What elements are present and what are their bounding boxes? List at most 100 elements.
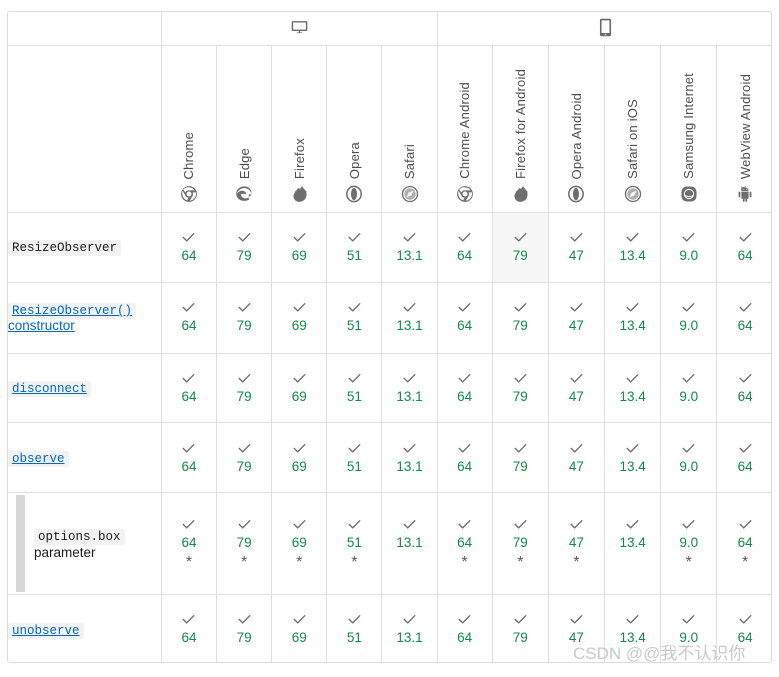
support-cell-options-box-parameter-chrome[interactable]: 64 *	[160, 492, 218, 596]
footnote-asterisk[interactable]: *	[462, 555, 468, 571]
footnote-asterisk[interactable]: *	[296, 555, 302, 571]
browser-header-opera_android[interactable]: Opera Android	[547, 45, 606, 213]
support-cell-resizeobserver-constructor-firefox[interactable]: 69	[271, 281, 328, 354]
support-cell-resizeobserver-firefox[interactable]: 69	[271, 212, 328, 283]
support-cell-disconnect-samsung[interactable]: 9.0	[660, 352, 718, 424]
support-cell-disconnect-webview[interactable]: 64	[716, 352, 771, 424]
support-cell-options-box-parameter-opera[interactable]: 51 *	[326, 492, 383, 596]
check-icon	[182, 443, 195, 454]
support-cell-resizeobserver-constructor-safari[interactable]: 13.1	[381, 281, 438, 354]
support-cell-resizeobserver-safari[interactable]: 13.1	[381, 212, 438, 283]
support-cell-disconnect-opera_android[interactable]: 47	[547, 352, 606, 424]
browser-header-firefox[interactable]: Firefox	[271, 45, 328, 213]
support-cell-observe-firefox[interactable]: 69	[271, 422, 328, 494]
support-cell-disconnect-firefox_android[interactable]: 79	[491, 352, 549, 424]
footnote-asterisk[interactable]: *	[742, 555, 748, 571]
footnote-asterisk[interactable]: *	[686, 555, 692, 571]
feature-link-disconnect[interactable]: disconnect	[8, 380, 92, 398]
support-cell-unobserve-chrome_android[interactable]: 64	[436, 594, 493, 662]
support-cell-unobserve-samsung[interactable]: 9.0	[660, 594, 718, 662]
browser-header-webview[interactable]: WebView Android	[716, 45, 771, 213]
support-cell-disconnect-chrome_android[interactable]: 64	[436, 352, 493, 424]
feature-suffix-link[interactable]: constructor	[8, 318, 75, 333]
footnote-asterisk[interactable]: *	[573, 555, 579, 571]
support-cell-options-box-parameter-safari[interactable]: 13.1	[381, 492, 438, 596]
support-cell-observe-safari[interactable]: 13.1	[381, 422, 438, 494]
support-cell-resizeobserver-edge[interactable]: 79	[216, 212, 273, 283]
support-cell-observe-chrome[interactable]: 64	[160, 422, 218, 494]
browser-header-samsung[interactable]: Samsung Internet	[660, 45, 718, 213]
support-cell-disconnect-safari_ios[interactable]: 13.4	[604, 352, 662, 424]
support-cell-observe-samsung[interactable]: 9.0	[660, 422, 718, 494]
support-cell-options-box-parameter-opera_android[interactable]: 47 *	[547, 492, 606, 596]
support-cell-disconnect-opera[interactable]: 51	[326, 352, 383, 424]
support-cell-disconnect-chrome[interactable]: 64	[160, 352, 218, 424]
footnote-asterisk[interactable]: *	[241, 555, 247, 571]
support-cell-unobserve-webview[interactable]: 64	[716, 594, 771, 662]
support-cell-resizeobserver-webview[interactable]: 64	[716, 212, 771, 283]
support-cell-observe-chrome_android[interactable]: 64	[436, 422, 493, 494]
support-cell-unobserve-opera[interactable]: 51	[326, 594, 383, 662]
footnote-asterisk[interactable]: *	[186, 555, 192, 571]
support-cell-resizeobserver-chrome_android[interactable]: 64	[436, 212, 493, 283]
support-cell-unobserve-firefox[interactable]: 69	[271, 594, 328, 662]
browser-header-chrome[interactable]: Chrome	[160, 45, 218, 213]
browser-header-chrome_android[interactable]: Chrome Android	[436, 45, 493, 213]
support-cell-options-box-parameter-webview[interactable]: 64 *	[716, 492, 771, 596]
footnote-asterisk[interactable]: *	[517, 555, 523, 571]
support-cell-observe-opera[interactable]: 51	[326, 422, 383, 494]
support-cell-resizeobserver-chrome[interactable]: 64	[160, 212, 218, 283]
support-cell-unobserve-safari_ios[interactable]: 13.4	[604, 594, 662, 662]
feature-cell-options-box-parameter: options.box parameter	[8, 492, 162, 596]
support-cell-resizeobserver-constructor-opera[interactable]: 51	[326, 281, 383, 354]
support-cell-unobserve-safari[interactable]: 13.1	[381, 594, 438, 662]
browser-header-opera[interactable]: Opera	[326, 45, 383, 213]
support-cell-observe-firefox_android[interactable]: 79	[491, 422, 549, 494]
support-cell-resizeobserver-opera[interactable]: 51	[326, 212, 383, 283]
support-cell-unobserve-firefox_android[interactable]: 79	[491, 594, 549, 662]
browser-header-safari[interactable]: Safari	[381, 45, 438, 213]
support-cell-disconnect-edge[interactable]: 79	[216, 352, 273, 424]
support-cell-resizeobserver-firefox_android[interactable]: 79	[491, 212, 549, 283]
check-icon	[682, 232, 695, 243]
support-cell-resizeobserver-constructor-firefox_android[interactable]: 79	[491, 281, 549, 354]
support-cell-resizeobserver-constructor-chrome[interactable]: 64	[160, 281, 218, 354]
browser-header-safari_ios[interactable]: Safari on iOS	[604, 45, 662, 213]
support-cell-disconnect-firefox[interactable]: 69	[271, 352, 328, 424]
support-cell-unobserve-chrome[interactable]: 64	[160, 594, 218, 662]
support-cell-resizeobserver-constructor-samsung[interactable]: 9.0	[660, 281, 718, 354]
support-cell-observe-safari_ios[interactable]: 13.4	[604, 422, 662, 494]
support-version: 79	[236, 458, 252, 474]
check-icon	[182, 373, 195, 384]
support-cell-options-box-parameter-samsung[interactable]: 9.0 *	[660, 492, 718, 596]
support-cell-resizeobserver-constructor-safari_ios[interactable]: 13.4	[604, 281, 662, 354]
feature-link-resizeobserver-constructor[interactable]: ResizeObserver()	[8, 302, 137, 320]
support-cell-resizeobserver-samsung[interactable]: 9.0	[660, 212, 718, 283]
support-cell-options-box-parameter-chrome_android[interactable]: 64 *	[436, 492, 493, 596]
check-icon	[682, 614, 695, 625]
support-cell-observe-edge[interactable]: 79	[216, 422, 273, 494]
support-cell-resizeobserver-opera_android[interactable]: 47	[547, 212, 606, 283]
support-cell-observe-opera_android[interactable]: 47	[547, 422, 606, 494]
support-cell-observe-webview[interactable]: 64	[716, 422, 771, 494]
support-cell-resizeobserver-constructor-edge[interactable]: 79	[216, 281, 273, 354]
table-body: ResizeObserver 64 79 69 51 13.1 64 79 47 13.4 9.0 6…	[8, 212, 771, 662]
browser-header-edge[interactable]: Edge	[216, 45, 273, 213]
support-cell-resizeobserver-constructor-webview[interactable]: 64	[716, 281, 771, 354]
browser-compatibility-table-container: Chrome Edge Firefox Opera Safari Chrome Andro…	[7, 11, 772, 663]
support-cell-options-box-parameter-firefox[interactable]: 69 *	[271, 492, 328, 596]
support-cell-resizeobserver-safari_ios[interactable]: 13.4	[604, 212, 662, 283]
support-version: 51	[346, 318, 362, 334]
support-cell-options-box-parameter-firefox_android[interactable]: 79 *	[491, 492, 549, 596]
feature-link-unobserve[interactable]: unobserve	[8, 622, 84, 639]
support-cell-unobserve-edge[interactable]: 79	[216, 594, 273, 662]
support-cell-resizeobserver-constructor-chrome_android[interactable]: 64	[436, 281, 493, 354]
feature-link-observe[interactable]: observe	[8, 450, 69, 467]
footnote-asterisk[interactable]: *	[351, 555, 357, 571]
support-cell-options-box-parameter-edge[interactable]: 79 *	[216, 492, 273, 596]
support-cell-options-box-parameter-safari_ios[interactable]: 13.4	[604, 492, 662, 596]
support-cell-resizeobserver-constructor-opera_android[interactable]: 47	[547, 281, 606, 354]
support-cell-disconnect-safari[interactable]: 13.1	[381, 352, 438, 424]
support-cell-unobserve-opera_android[interactable]: 47	[547, 594, 606, 662]
browser-header-firefox_android[interactable]: Firefox for Android	[491, 45, 549, 213]
